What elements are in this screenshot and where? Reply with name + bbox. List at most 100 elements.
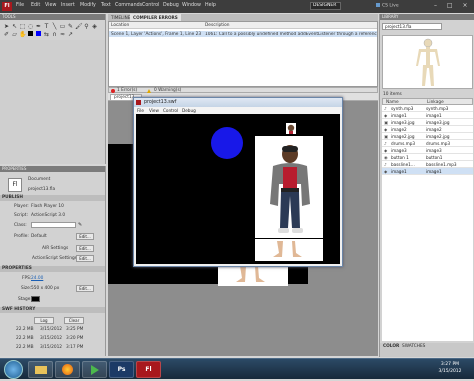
library-item[interactable]: ◉ button 1 button1 [382, 154, 473, 161]
library-item[interactable]: ♪ bassline1... bassline1.mp3 [382, 161, 473, 168]
library-item[interactable]: ◆ image3 image3 [382, 147, 473, 154]
media-player-taskbar-button[interactable] [82, 361, 107, 378]
tab-compiler-errors[interactable]: COMPILER ERRORS [130, 14, 181, 21]
document-type-label: Document [28, 177, 51, 182]
menu-debug[interactable]: Debug [163, 3, 179, 8]
firefox-taskbar-button[interactable] [55, 361, 80, 378]
swf-canvas[interactable] [136, 114, 340, 264]
paint-bucket-tool-icon[interactable]: ◈ [91, 23, 98, 30]
smooth-icon[interactable]: ≈ [59, 31, 66, 38]
size-edit-button[interactable]: Edit... [76, 285, 94, 292]
swf-preview-window[interactable]: project13.swf File View Control Debug [133, 97, 343, 267]
error-description: 1061: Call to a possibly undefined metho… [205, 31, 377, 37]
swf-window-title: project13.swf [144, 100, 177, 105]
selection-tool-icon[interactable]: ➤ [3, 23, 10, 30]
library-item[interactable]: ◆ image1 image1 [382, 112, 473, 119]
output-tab-bar: TIMELINE COMPILER ERRORS [108, 14, 378, 21]
snap-icon[interactable]: ∩ [51, 31, 58, 38]
photoshop-taskbar-button[interactable]: Ps [109, 361, 134, 378]
menu-commands[interactable]: Commands [115, 3, 142, 8]
swf-menu-control[interactable]: Control [163, 107, 178, 114]
tab-swatches[interactable]: SWATCHES [402, 344, 425, 349]
explorer-taskbar-button[interactable] [28, 361, 53, 378]
publish-section-header[interactable]: PUBLISH [0, 195, 105, 201]
flash-taskbar-button[interactable]: Fl [136, 361, 161, 378]
cs-live-button[interactable]: CS Live [376, 3, 418, 10]
head-image[interactable] [286, 123, 296, 134]
air-settings-edit-button[interactable]: Edit... [76, 245, 94, 252]
stage-label: Stage: [18, 297, 32, 302]
straighten-icon[interactable]: ↗ [67, 31, 74, 38]
stroke-color-swatch[interactable] [27, 31, 34, 38]
eyedropper-tool-icon[interactable]: ✐ [3, 31, 10, 38]
menu-edit[interactable]: Edit [31, 3, 40, 8]
menu-modify[interactable]: Modify [80, 3, 96, 8]
pencil-icon[interactable]: ✎ [78, 222, 84, 228]
system-clock[interactable]: 3:27 PM 3/15/2012 [430, 361, 470, 377]
air-settings-label: AIR Settings [42, 246, 69, 251]
profile-edit-button[interactable]: Edit... [76, 233, 94, 240]
menu-control[interactable]: Control [142, 3, 159, 8]
free-transform-tool-icon[interactable]: ⬚ [19, 23, 26, 30]
stage-color-swatch[interactable] [31, 296, 40, 302]
pencil-tool-icon[interactable]: ✎ [67, 23, 74, 30]
library-document-select[interactable]: project13.fla [382, 23, 442, 30]
bone-tool-icon[interactable]: ⚲ [83, 23, 90, 30]
person-figure-icon [270, 145, 310, 233]
line-tool-icon[interactable]: ╲ [51, 23, 58, 30]
swf-history-section-header[interactable]: SWF HISTORY [0, 307, 105, 313]
compiler-errors-panel: Location Description Scene 1, Layer 'Act… [108, 21, 378, 87]
fill-color-swatch[interactable] [35, 31, 42, 38]
lasso-tool-icon[interactable]: ◌ [27, 23, 34, 30]
menu-view[interactable]: View [45, 3, 56, 8]
menu-file[interactable]: File [16, 3, 24, 8]
swf-menu-file[interactable]: File [137, 107, 144, 114]
menu-insert[interactable]: Insert [61, 3, 75, 8]
properties-section-header[interactable]: PROPERTIES [0, 266, 105, 272]
brush-tool-icon[interactable]: 🖌 [75, 23, 83, 30]
tab-color[interactable]: COLOR [383, 344, 399, 349]
start-button[interactable] [4, 360, 23, 379]
description-column-header[interactable]: Description [205, 23, 229, 28]
properties-panel: PROPERTIES Fl Document project13.fla PUB… [0, 166, 106, 356]
person-image[interactable] [255, 136, 323, 238]
library-header-row: Name Linkage [382, 98, 473, 105]
class-input[interactable] [31, 222, 76, 228]
swf-menu-debug[interactable]: Debug [182, 107, 196, 114]
library-item[interactable]: ▣ image2.jpg image2.jpg [382, 133, 473, 140]
library-item[interactable]: ♪ synth.mp3 synth.mp3 [382, 105, 473, 112]
actionscript-settings-label: ActionScript Settings [32, 256, 77, 261]
swf-window-titlebar[interactable]: project13.swf [134, 98, 342, 107]
library-panel-title: LIBRARY [380, 14, 474, 20]
fps-value[interactable]: 24.00 [31, 276, 43, 281]
swf-menu-view[interactable]: View [149, 107, 159, 114]
eraser-tool-icon[interactable]: ▱ [11, 31, 18, 38]
hand-tool-icon[interactable]: ✋ [19, 31, 26, 38]
menu-help[interactable]: Help [205, 3, 216, 8]
stage-image-feet[interactable] [218, 264, 288, 286]
tools-panel: TOOLS ➤ ↖ ⬚ ◌ ✒ T ╲ ▭ ✎ 🖌 ⚲ ◈ ✐ ▱ ✋ ⇆ ∩ … [0, 14, 106, 164]
library-item[interactable]: ▣ image3.jpg image3.jpg [382, 119, 473, 126]
location-column-header[interactable]: Location [111, 23, 129, 28]
library-item[interactable]: ♪ drums.mp3 drums.mp3 [382, 140, 473, 147]
error-row[interactable]: Scene 1, Layer 'Actions', Frame 1, Line … [109, 31, 377, 37]
pen-tool-icon[interactable]: ✒ [35, 23, 42, 30]
player-value: Flash Player 10 [31, 204, 64, 209]
log-button[interactable]: Log [34, 317, 54, 324]
library-item-selected[interactable]: ◆ image1 image1 [382, 168, 473, 175]
menu-text[interactable]: Text [101, 3, 111, 8]
library-item-count: 10 items [383, 92, 402, 97]
window-controls[interactable]: – □ × [434, 2, 474, 11]
rectangle-tool-icon[interactable]: ▭ [59, 23, 66, 30]
feet-image[interactable] [255, 239, 323, 261]
text-tool-icon[interactable]: T [43, 23, 50, 30]
feet-image-icon [236, 266, 265, 282]
blue-circle[interactable] [211, 127, 243, 159]
subselection-tool-icon[interactable]: ↖ [11, 23, 18, 30]
library-item[interactable]: ◆ image2 image2 [382, 126, 473, 133]
actionscript-settings-edit-button[interactable]: Edit... [76, 255, 94, 262]
menu-window[interactable]: Window [182, 3, 201, 8]
clear-button[interactable]: Clear [64, 317, 84, 324]
workspace-switcher[interactable]: DESIGNER [310, 2, 341, 10]
swap-colors-icon[interactable]: ⇆ [43, 31, 50, 38]
